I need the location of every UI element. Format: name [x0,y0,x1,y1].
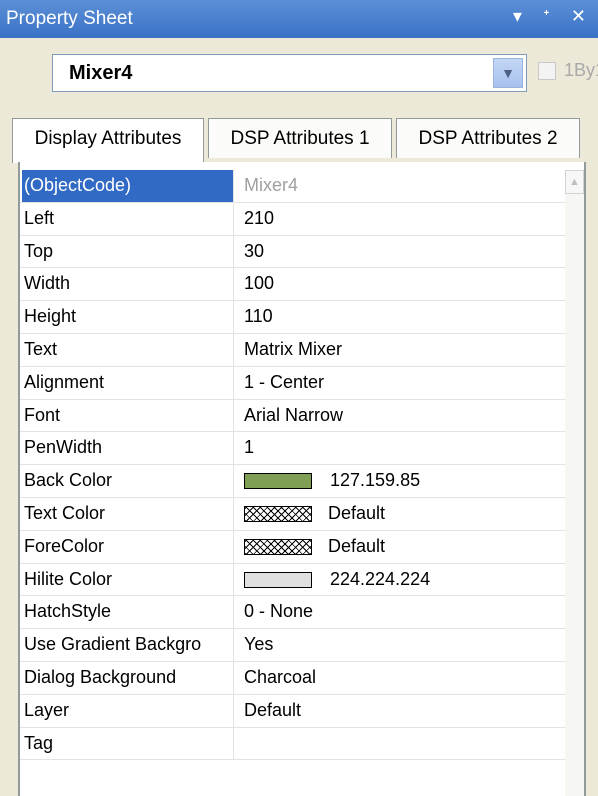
pin-icon[interactable]: ᐩ [543,6,558,26]
property-value-text: 30 [244,240,265,261]
color-swatch [244,506,312,523]
property-name: Top [22,235,234,268]
property-value-text: Default [328,535,386,556]
object-selector-row: Mixer4 ▼ 1By1 [0,38,598,110]
property-row[interactable]: Dialog Background Charcoal [20,661,567,695]
property-value[interactable]: 100 [234,268,567,300]
property-name: Text Color [22,497,234,530]
property-row[interactable]: Layer Default [20,694,567,728]
title-buttons: ▾ ᐩ ✕ [513,6,594,27]
window-menu-icon[interactable]: ▾ [513,6,530,26]
property-row[interactable]: Left 210 [20,202,567,236]
property-row[interactable]: Top 30 [20,235,567,269]
chevron-down-icon[interactable]: ▼ [493,58,523,88]
property-row[interactable]: HatchStyle 0 - None [20,596,567,630]
property-value[interactable]: 30 [234,236,567,268]
property-name: Height [22,301,234,333]
property-value-text: 1 [244,437,255,458]
color-swatch [244,571,312,588]
property-value-text: 1 - Center [244,371,325,392]
property-value[interactable]: Yes [234,629,567,661]
property-name: Layer [22,694,234,727]
property-name: Width [22,268,234,301]
tab-dsp-attributes-1[interactable]: DSP Attributes 1 [208,118,392,158]
close-icon[interactable]: ✕ [571,6,594,26]
property-row[interactable]: Text Color Default [20,497,567,531]
property-row[interactable]: Height 110 [20,301,567,334]
property-value[interactable]: Default [234,498,567,530]
property-row[interactable]: Use Gradient Backgro Yes [20,629,567,662]
property-row[interactable]: Alignment 1 - Center [20,366,567,400]
property-row[interactable]: Tag [20,727,567,761]
property-name: Use Gradient Backgro [22,629,234,661]
property-row[interactable]: ForeColor Default [20,530,567,564]
property-value-text: Default [244,699,302,720]
property-value-text: 100 [244,273,275,294]
vertical-scrollbar[interactable]: ▲ [565,170,584,796]
property-rows: (ObjectCode) Mixer4 Left 210 Top 30 Width 100 He… [20,170,567,761]
property-value[interactable]: Default [234,531,567,563]
property-value-text: Mixer4 [244,175,299,195]
property-value[interactable]: Arial Narrow [234,400,567,432]
property-row[interactable]: PenWidth 1 [20,432,567,466]
property-name: Dialog Background [22,661,234,694]
property-value[interactable]: Matrix Mixer [234,334,567,366]
property-value[interactable]: 1 [234,432,567,464]
property-value-text: 127.159.85 [330,470,421,491]
color-swatch [244,473,312,490]
object-combo[interactable]: Mixer4 ▼ [52,54,527,92]
window-title: Property Sheet [6,8,133,29]
property-value-text: 210 [244,207,275,228]
property-value-text: Charcoal [244,666,317,687]
property-name: Back Color [22,465,234,497]
property-value[interactable]: Charcoal [234,662,567,694]
tab-dsp-attributes-2[interactable]: DSP Attributes 2 [396,118,580,158]
property-name: Text [22,333,234,366]
property-name: ForeColor [22,530,234,563]
tab-strip: Display Attributes DSP Attributes 1 DSP … [0,118,598,163]
property-value-text: 110 [244,306,273,327]
color-swatch [244,539,312,556]
property-grid: (ObjectCode) Mixer4 Left 210 Top 30 Width 100 He… [18,162,586,796]
property-value-text: 224.224.224 [330,568,431,589]
property-name: PenWidth [22,432,234,465]
property-name: Alignment [22,366,234,399]
property-name: Hilite Color [22,563,234,596]
property-value-text: Yes [244,634,274,655]
property-name: HatchStyle [22,596,234,629]
tab-display-attributes[interactable]: Display Attributes [12,118,204,163]
property-value-text: 0 - None [244,601,314,622]
property-row[interactable]: Text Matrix Mixer [20,333,567,367]
one-by-one-checkbox[interactable] [538,62,556,80]
one-by-one-label: 1By1 [564,60,598,80]
property-row[interactable]: Width 100 [20,268,567,302]
property-row[interactable]: Back Color 127.159.85 [20,465,567,498]
property-row[interactable]: Font Arial Narrow [20,399,567,433]
property-value[interactable]: Mixer4 [234,170,567,202]
property-value[interactable]: 224.224.224 [234,564,567,596]
property-value[interactable] [234,728,567,760]
property-value-text: Matrix Mixer [244,338,342,359]
property-value[interactable]: 110 [234,301,567,333]
title-bar: Property Sheet ▾ ᐩ ✕ [0,0,598,38]
property-value[interactable]: 127.159.85 [234,465,567,497]
property-value[interactable]: 1 - Center [234,367,567,399]
property-value-text: Arial Narrow [244,404,344,425]
object-combo-value: Mixer4 [69,62,133,84]
property-name: Tag [22,727,234,760]
property-row[interactable]: (ObjectCode) Mixer4 [20,170,567,203]
property-name: Left [22,202,234,235]
property-name: Font [22,399,234,432]
property-row[interactable]: Hilite Color 224.224.224 [20,563,567,597]
property-value[interactable]: Default [234,695,567,727]
property-name: (ObjectCode) [22,170,234,202]
property-value[interactable]: 210 [234,203,567,235]
property-value-text: Default [328,502,386,523]
scroll-up-icon[interactable]: ▲ [565,170,584,194]
property-value[interactable]: 0 - None [234,596,567,628]
